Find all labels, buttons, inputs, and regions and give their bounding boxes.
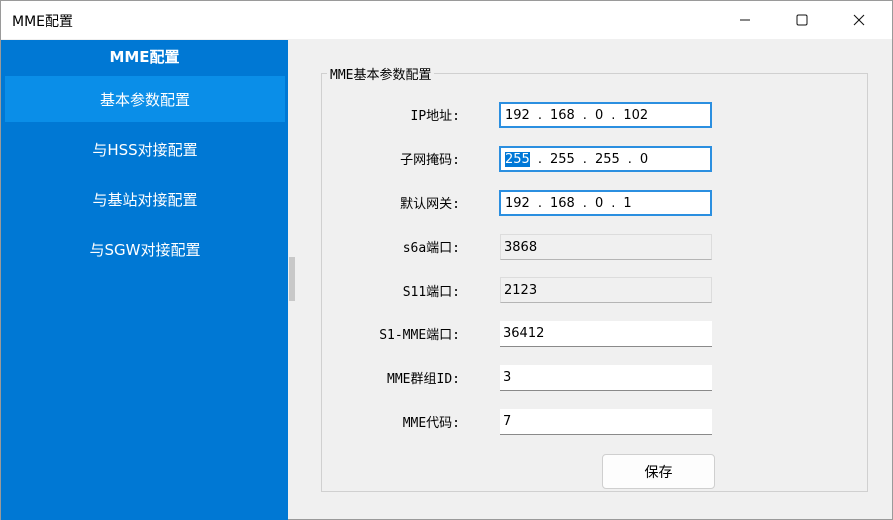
sidebar-item-enodeb[interactable]: 与基站对接配置 <box>5 176 285 222</box>
mme-group-id-label: MME群组ID: <box>387 372 460 387</box>
app-window: MME配置 MME配置 基本参数配置 与HSS对接配置 与基站对接配置 与SGW… <box>0 0 893 520</box>
sidebar-item-sgw[interactable]: 与SGW对接配置 <box>5 226 285 272</box>
close-button[interactable] <box>831 1 887 39</box>
mask-octet-4: 0 <box>639 151 649 167</box>
mask-octet-2: 255 <box>549 151 575 167</box>
ip-dot: . <box>582 195 587 211</box>
ip-address-field[interactable]: 192 . 168 . 0 . 102 <box>499 102 712 128</box>
sidebar-item-label: 与HSS对接配置 <box>92 140 198 159</box>
ip-dot: . <box>627 151 632 167</box>
s6a-port-field[interactable] <box>500 234 712 260</box>
gw-octet-3: 0 <box>594 195 604 211</box>
ip-dot: . <box>611 195 616 211</box>
subnet-mask-field[interactable]: 255 . 255 . 255 . 0 <box>499 146 712 172</box>
close-icon <box>853 14 865 26</box>
save-button[interactable]: 保存 <box>602 454 715 489</box>
gw-octet-4: 1 <box>623 195 632 211</box>
sidebar-title: MME配置 <box>109 48 180 66</box>
ip-octet-4: 102 <box>623 107 649 123</box>
ip-dot: . <box>582 107 587 123</box>
ip-dot: . <box>537 195 542 211</box>
ip-dot: . <box>582 151 587 167</box>
mask-octet-1: 255 <box>505 151 530 167</box>
maximize-icon <box>796 14 808 26</box>
s1-mme-port-field[interactable] <box>500 321 712 347</box>
ip-dot: . <box>537 151 542 167</box>
gw-octet-2: 168 <box>549 195 575 211</box>
mme-code-label: MME代码: <box>402 416 460 431</box>
s6a-port-label: s6a端口: <box>402 241 460 256</box>
ip-address-label: IP地址: <box>410 109 460 124</box>
sidebar-item-label: 与SGW对接配置 <box>89 240 201 259</box>
sidebar-item-label: 基本参数配置 <box>99 90 190 109</box>
group-title: MME基本参数配置 <box>327 64 435 83</box>
maximize-button[interactable] <box>774 1 830 39</box>
sidebar-item-basic-params[interactable]: 基本参数配置 <box>5 76 285 122</box>
mme-group-id-field[interactable] <box>500 365 712 391</box>
ip-octet-3: 0 <box>594 107 604 123</box>
sidebar-item-label: 与基站对接配置 <box>92 190 198 209</box>
mme-code-field[interactable] <box>500 409 712 435</box>
ip-octet-2: 168 <box>549 107 575 123</box>
ip-octet-1: 192 <box>505 107 530 123</box>
gw-octet-1: 192 <box>505 195 530 211</box>
sidebar-item-hss[interactable]: 与HSS对接配置 <box>5 126 285 172</box>
s1-mme-port-label: S1-MME端口: <box>379 328 460 343</box>
mask-octet-3: 255 <box>594 151 620 167</box>
s11-port-label: S11端口: <box>402 285 460 300</box>
window-title: MME配置 <box>12 14 74 30</box>
minimize-icon <box>740 19 750 21</box>
sidebar: MME配置 基本参数配置 与HSS对接配置 与基站对接配置 与SGW对接配置 <box>1 40 288 520</box>
minimize-button[interactable] <box>717 1 773 39</box>
gateway-field[interactable]: 192 . 168 . 0 . 1 <box>499 190 712 216</box>
ip-dot: . <box>611 107 616 123</box>
title-bar: MME配置 <box>1 1 892 39</box>
subnet-mask-label: 子网掩码: <box>400 153 460 168</box>
gateway-label: 默认网关: <box>400 197 460 212</box>
s11-port-field[interactable] <box>500 277 712 303</box>
ip-dot: . <box>537 107 542 123</box>
